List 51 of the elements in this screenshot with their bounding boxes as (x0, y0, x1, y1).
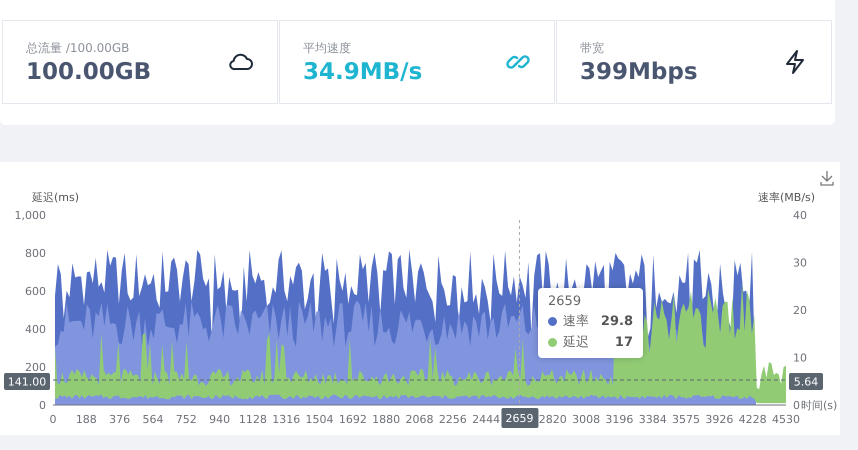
series-name: 延迟 (563, 334, 590, 351)
axis-tick-label: 2820 (538, 413, 567, 426)
axis-tick-label: 2256 (438, 413, 467, 426)
axis-title: 速率(MB/s) (758, 191, 816, 204)
axis-tick-label: 3575 (672, 413, 700, 426)
axis-tick-label: 3384 (638, 413, 667, 426)
axis-tick-label: 2444 (472, 413, 500, 426)
axis-tick-label: 3196 (605, 413, 634, 426)
axis-tick-label: 40 (793, 209, 807, 222)
stat-label: 总流量 /100.00GB (26, 40, 130, 56)
axis-tick-label: 10 (793, 352, 807, 364)
axis-tick-label: 1504 (306, 413, 334, 426)
axis-tick-label: 0 (50, 413, 56, 426)
stat-value: 399Mbps (580, 58, 698, 84)
stat-label: 带宽 (580, 40, 605, 56)
axis-tick-label: 200 (25, 361, 46, 374)
axis-tick-label: 400 (25, 323, 46, 336)
axis-tick-label: 1128 (238, 413, 267, 426)
axis-tick-label: 1316 (272, 413, 300, 426)
tooltip-title: 2659 (548, 294, 582, 309)
axis-tick-label: 800 (25, 247, 46, 260)
axis-tick-label: 3008 (572, 413, 600, 426)
axis-tick-label: 600 (25, 285, 46, 298)
axis-tick-label: 1,000 (14, 209, 46, 222)
axis-title: 时间(s) (801, 399, 838, 412)
axis-tick-label: 30 (793, 256, 807, 270)
stat-label: 平均速度 (303, 40, 352, 56)
axis-tick-label: 564 (142, 413, 164, 426)
axis-tick-label: 2068 (406, 413, 434, 426)
axis-pointer-label: 2659 (501, 408, 538, 428)
stat-value: 100.00GB (26, 58, 152, 84)
series-value: 29.8 (600, 314, 633, 328)
axis-tick-label: 376 (109, 413, 130, 426)
axis-tick-label: 188 (76, 413, 97, 426)
axis-tick-label: 1692 (338, 413, 367, 426)
axis-title: 延迟(ms) (32, 191, 80, 204)
download-icon[interactable] (820, 170, 834, 186)
axis-pointer-label: 5.64 (789, 373, 823, 390)
axis-tick-label: 1880 (372, 413, 400, 426)
axis-pointer-label: 141.00 (4, 373, 50, 390)
axis-tick-label: 0 (793, 399, 800, 412)
axis-tick-label: 4530 (772, 413, 800, 426)
axis-tick-label: 0 (39, 399, 46, 412)
series-value: 17 (614, 334, 633, 350)
axis-tick-label: 20 (793, 304, 807, 317)
axis-tick-label: 940 (209, 413, 230, 426)
stat-value: 34.9MB/s (303, 58, 422, 84)
axis-tick-label: 4228 (738, 413, 767, 426)
axis-tick-label: 3926 (705, 413, 734, 426)
series-name: 速率 (563, 313, 590, 330)
axis-tick-label: 752 (176, 413, 197, 426)
